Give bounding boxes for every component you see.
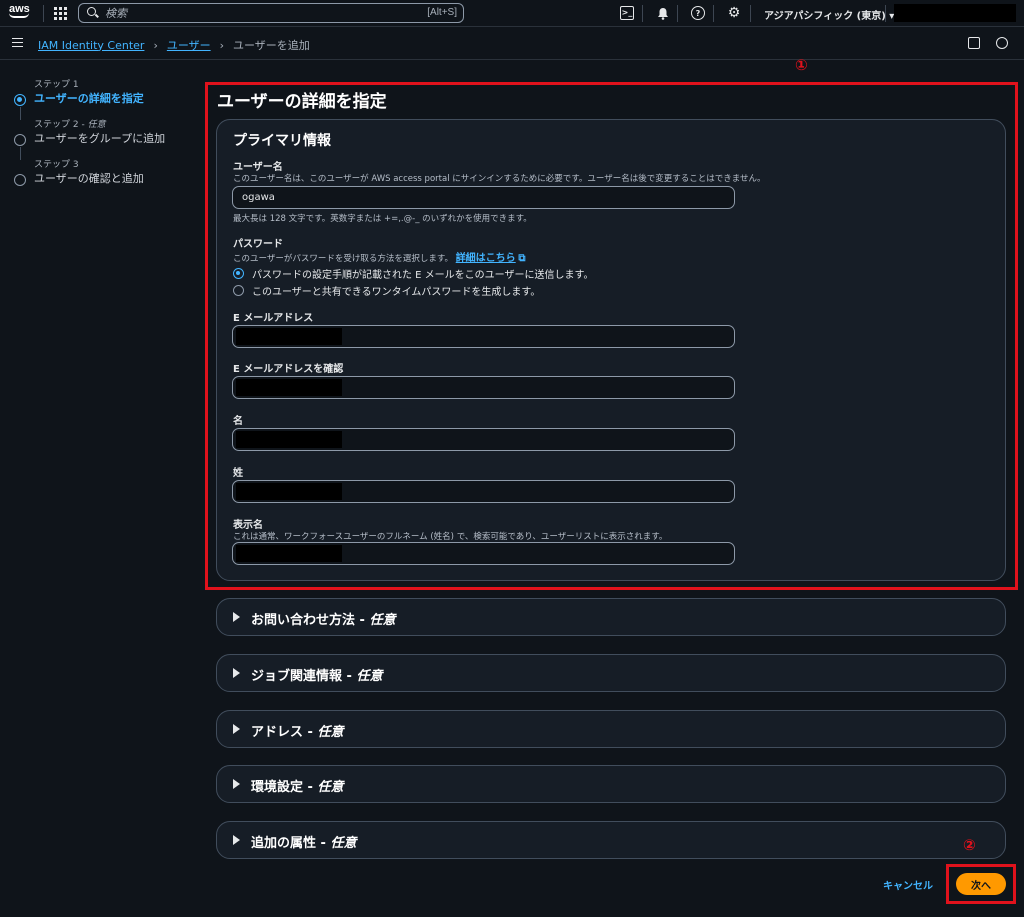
search-shortcut: [Alt+S] [427, 7, 457, 18]
breadcrumb-current: ユーザーを追加 [233, 39, 310, 52]
first-name-label: 名 [233, 416, 243, 427]
bell-icon[interactable] [656, 6, 670, 20]
step-number: ステップ 1 [34, 80, 79, 90]
password-option-email[interactable]: パスワードの設定手順が記載された E メールをこのユーザーに送信します。 [233, 266, 593, 281]
next-button[interactable]: 次へ [956, 873, 1006, 895]
wizard-steps: ステップ 1 ユーザーの詳細を指定 ステップ 2 - 任意 ユーザーをグループに… [14, 80, 194, 200]
search-icon [87, 7, 96, 16]
breadcrumb-bar: IAM Identity Center › ユーザー › ユーザーを追加 [0, 28, 1024, 60]
section-address[interactable]: アドレス - 任意 [216, 710, 1006, 748]
caret-right-icon [233, 612, 240, 622]
step-1[interactable]: ステップ 1 ユーザーの詳細を指定 [14, 80, 194, 120]
breadcrumb: IAM Identity Center › ユーザー › ユーザーを追加 [38, 37, 310, 53]
section-preferences[interactable]: 環境設定 - 任意 [216, 765, 1006, 803]
region-selector[interactable]: アジアパシフィック (東京) ▾ [764, 7, 894, 22]
option-label: このユーザーと共有できるワンタイムパスワードを生成します。 [252, 287, 541, 298]
step-number: ステップ 3 [34, 160, 79, 170]
breadcrumb-iam-identity-center[interactable]: IAM Identity Center [38, 39, 144, 52]
option-label: パスワードの設定手順が記載された E メールをこのユーザーに送信します。 [252, 270, 594, 281]
first-name-field[interactable] [232, 428, 735, 451]
section-title: アドレス - 任意 [251, 725, 344, 740]
help-icon[interactable]: ? [691, 6, 705, 20]
email-label: E メールアドレス [233, 313, 314, 324]
section-title: 環境設定 - 任意 [251, 780, 344, 795]
divider [677, 5, 678, 22]
section-job-info[interactable]: ジョブ関連情報 - 任意 [216, 654, 1006, 692]
last-name-label: 姓 [233, 468, 243, 479]
top-navigation-bar: aws [Alt+S] >_ ? ⚙ アジアパシフィック (東京) ▾ [0, 0, 1024, 27]
radio-selected-icon[interactable] [233, 268, 244, 279]
external-link-icon: ⧉ [518, 253, 526, 264]
step-label: ユーザーの詳細を指定 [34, 92, 144, 105]
aws-logo-text: aws [9, 3, 30, 15]
username-description: このユーザー名は、このユーザーが AWS access portal にサインイ… [233, 174, 766, 184]
caret-right-icon [233, 779, 240, 789]
radio-unselected-icon[interactable] [233, 285, 244, 296]
step-inactive-icon [14, 134, 26, 146]
email-confirm-label: E メールアドレスを確認 [233, 364, 344, 375]
redacted-value [236, 431, 342, 448]
services-grid-icon[interactable] [54, 7, 67, 20]
step-inactive-icon [14, 174, 26, 186]
step-number: ステップ 2 - 任意 [34, 120, 106, 130]
step-label: ユーザーの確認と追加 [34, 172, 144, 185]
cloudshell-icon[interactable]: >_ [620, 6, 634, 20]
step-label: ユーザーをグループに追加 [34, 132, 166, 145]
section-title: お問い合わせ方法 - 任意 [251, 613, 396, 628]
redacted-value [236, 545, 342, 562]
redacted-value [236, 328, 342, 345]
password-description: このユーザーがパスワードを受け取る方法を選択します。 詳細はこちら ⧉ [233, 253, 526, 264]
username-hint: 最大長は 128 文字です。英数字または +=,.@-_ のいずれかを使用できま… [233, 214, 532, 224]
section-additional-attributes[interactable]: 追加の属性 - 任意 [216, 821, 1006, 859]
gear-icon[interactable]: ⚙ [727, 5, 741, 21]
menu-icon[interactable] [12, 38, 23, 47]
divider [750, 5, 751, 22]
section-title: 追加の属性 - 任意 [251, 836, 357, 851]
caret-right-icon [233, 668, 240, 678]
display-name-field[interactable] [232, 542, 735, 565]
password-label: パスワード [233, 239, 283, 250]
chevron-right-icon: › [153, 38, 158, 52]
aws-logo[interactable]: aws [9, 4, 33, 22]
search-box[interactable]: [Alt+S] [78, 3, 464, 23]
panel-heading: プライマリ情報 [233, 133, 331, 149]
notifications-panel-icon[interactable] [968, 37, 980, 49]
step-connector [19, 107, 21, 120]
redacted-value [236, 483, 342, 500]
section-title: ジョブ関連情報 - 任意 [251, 669, 383, 684]
primary-info-panel: プライマリ情報 ユーザー名 このユーザー名は、このユーザーが AWS acces… [216, 119, 1006, 581]
divider [43, 5, 44, 22]
email-confirm-field[interactable] [232, 376, 735, 399]
chevron-right-icon: › [219, 38, 225, 52]
page-title: ユーザーの詳細を指定 [217, 92, 387, 112]
annotation-marker-2: ② [963, 836, 976, 854]
learn-more-link[interactable]: 詳細はこちら [456, 253, 516, 264]
search-input[interactable] [105, 6, 405, 20]
divider [885, 5, 886, 22]
username-value: ogawa [242, 192, 275, 203]
email-field[interactable] [232, 325, 735, 348]
step-3[interactable]: ステップ 3 ユーザーの確認と追加 [14, 160, 194, 200]
display-name-description: これは通常、ワークフォースユーザーのフルネーム (姓名) で、検索可能であり、ユ… [233, 532, 668, 542]
caret-right-icon [233, 835, 240, 845]
breadcrumb-users[interactable]: ユーザー [167, 37, 211, 53]
info-panel-icon[interactable] [996, 37, 1008, 49]
username-label: ユーザー名 [233, 162, 283, 173]
account-menu-redacted[interactable] [894, 4, 1016, 22]
cancel-button[interactable]: キャンセル [883, 877, 933, 892]
step-2[interactable]: ステップ 2 - 任意 ユーザーをグループに追加 [14, 120, 194, 160]
divider [713, 5, 714, 22]
username-field[interactable]: ogawa [232, 186, 735, 209]
step-active-icon [14, 94, 26, 106]
password-option-onetime[interactable]: このユーザーと共有できるワンタイムパスワードを生成します。 [233, 283, 540, 298]
redacted-value [236, 379, 342, 396]
display-name-label: 表示名 [233, 520, 263, 531]
caret-right-icon [233, 724, 240, 734]
section-contact-methods[interactable]: お問い合わせ方法 - 任意 [216, 598, 1006, 636]
annotation-marker-1: ① [795, 56, 808, 74]
step-connector [19, 147, 21, 160]
divider [642, 5, 643, 22]
last-name-field[interactable] [232, 480, 735, 503]
